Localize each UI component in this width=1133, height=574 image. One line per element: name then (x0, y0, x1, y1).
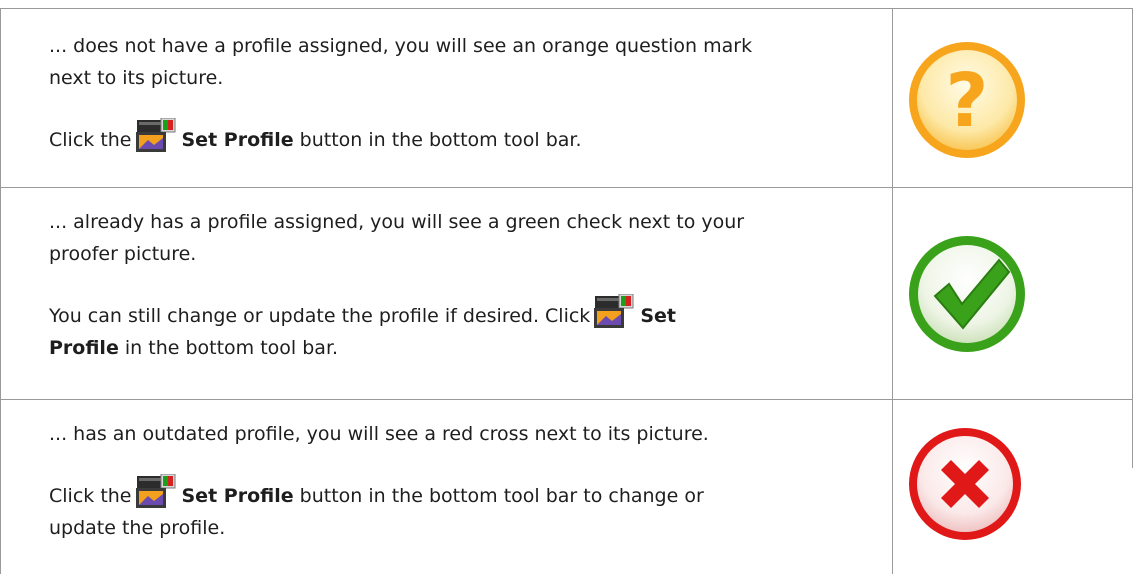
profile-label: Profile (49, 337, 119, 359)
set-profile-icon (135, 473, 176, 508)
set-label: Set (640, 305, 676, 327)
description-line: ... already has a profile assigned, you … (49, 211, 745, 233)
description-line: ... has an outdated profile, you will se… (49, 423, 709, 445)
action-text-continued: Profile in the bottom tool bar. (49, 332, 849, 364)
svg-text:?: ? (946, 58, 989, 144)
row-description: ... has an outdated profile, you will se… (49, 418, 849, 544)
action-prefix: Click the (49, 485, 132, 507)
description-line: ... does not have a profile assigned, yo… (49, 35, 753, 57)
table-border-middle (892, 8, 893, 574)
set-profile-label: Set Profile (181, 485, 294, 507)
orange-question-icon: ? (905, 38, 1029, 162)
description-line: next to its picture. (49, 67, 224, 89)
red-cross-icon (905, 424, 1025, 544)
description-line: proofer picture. (49, 243, 197, 265)
row-description: ... already has a profile assigned, you … (49, 206, 849, 364)
row-divider (0, 399, 1133, 400)
action-suffix: in the bottom tool bar. (124, 337, 339, 359)
action-suffix: button in the bottom tool bar. (299, 129, 582, 151)
table-border-left (0, 8, 1, 574)
action-text-continued: update the profile. (49, 517, 226, 539)
set-profile-label: Set Profile (181, 129, 294, 151)
set-profile-icon (135, 117, 176, 152)
green-check-icon (905, 232, 1029, 356)
action-prefix: Click the (49, 129, 132, 151)
action-text: Click the Set Profile button in the bott… (49, 473, 849, 512)
action-text: You can still change or update the profi… (49, 293, 849, 332)
action-prefix: You can still change or update the profi… (49, 305, 591, 327)
status-table: ... does not have a profile assigned, yo… (0, 0, 1133, 574)
row-divider (0, 187, 1133, 188)
row-description: ... does not have a profile assigned, yo… (49, 30, 849, 156)
action-text: Click the Set Profile button in the bott… (49, 117, 849, 156)
table-border-top (0, 8, 1133, 9)
set-profile-icon (594, 293, 634, 328)
action-suffix: button in the bottom tool bar to change … (299, 485, 704, 507)
